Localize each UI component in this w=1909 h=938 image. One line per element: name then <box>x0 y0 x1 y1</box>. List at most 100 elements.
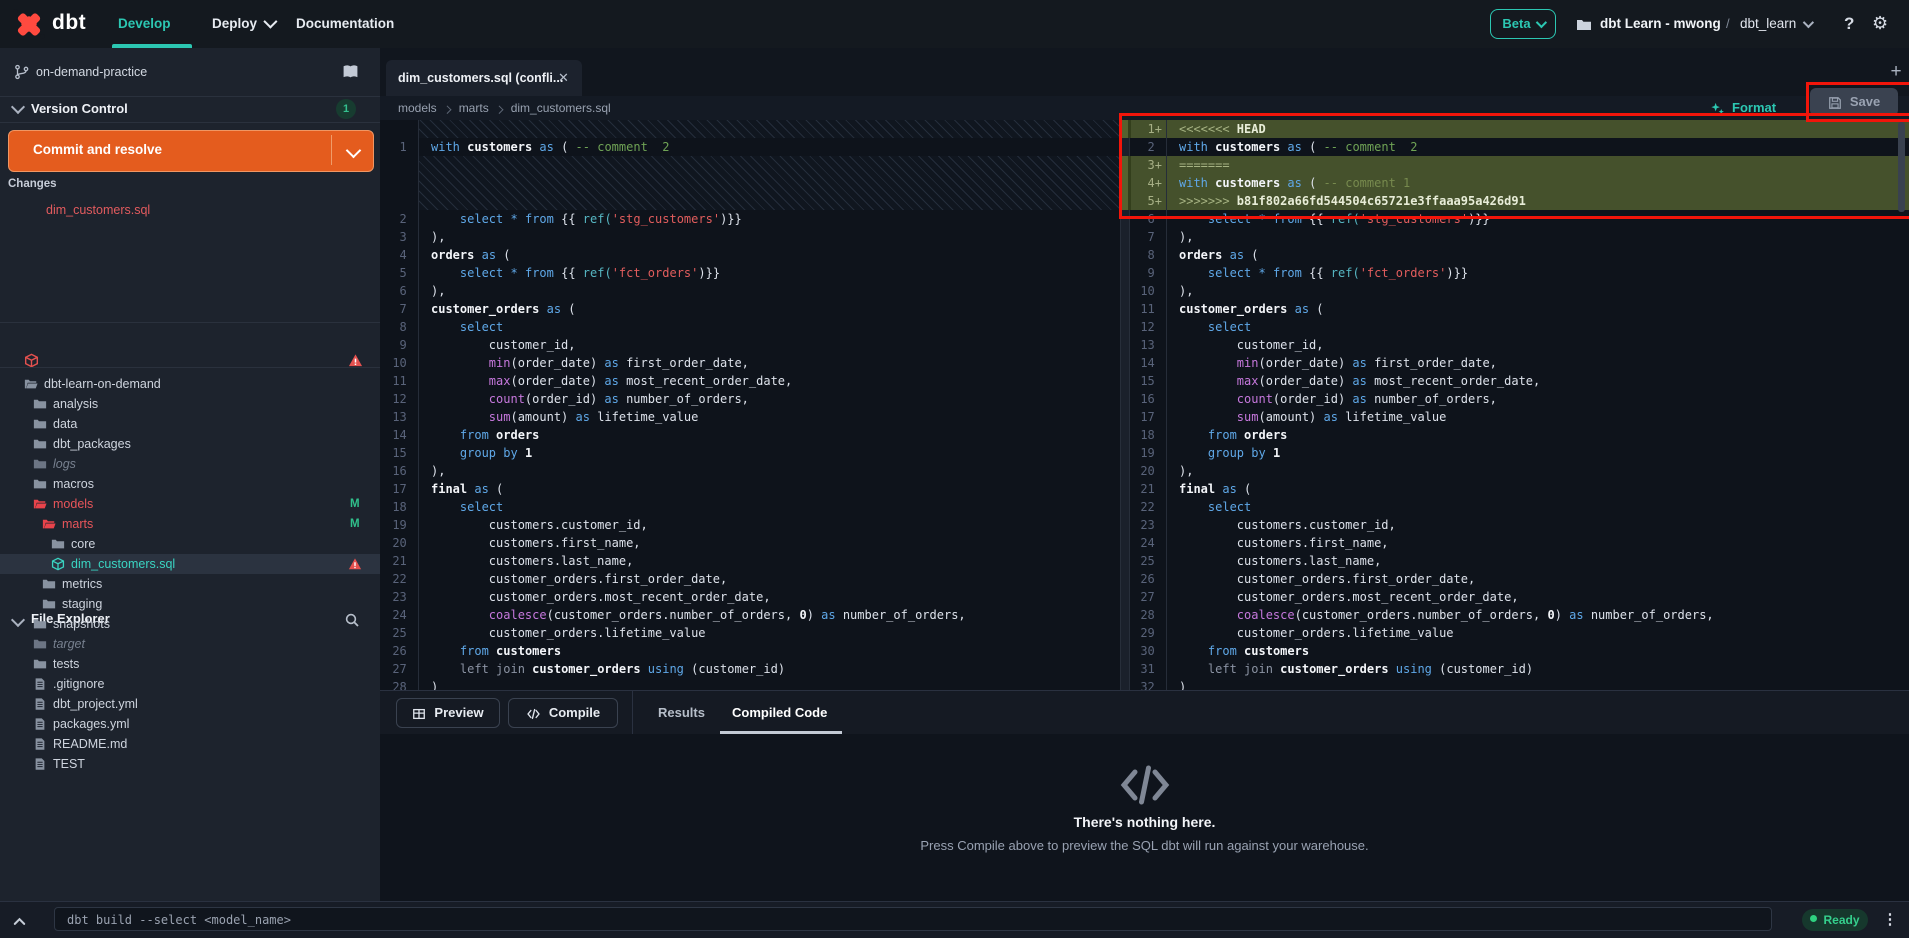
tab-results[interactable]: Results <box>658 691 705 734</box>
changes-count-badge: 1 <box>336 99 356 119</box>
code-line: 32 ) <box>1128 678 1909 690</box>
code-spacer <box>380 120 1120 138</box>
path-separator: / <box>1726 0 1730 48</box>
beta-dropdown[interactable]: Beta <box>1490 9 1556 39</box>
code-line: 3+======= <box>1128 156 1909 174</box>
nav-tab-develop[interactable]: Develop <box>118 0 171 48</box>
version-control-header[interactable]: Version Control <box>31 96 128 122</box>
folder-icon <box>33 437 47 451</box>
editor-pane-current[interactable]: 1 with customers as ( -- comment 22 sele… <box>380 120 1120 690</box>
editor-tab-dim-customers[interactable]: dim_customers.sql (confli... ✕ <box>386 60 582 96</box>
code-line: 2 select * from {{ ref('stg_customers')}… <box>380 210 1120 228</box>
environment-switcher[interactable]: dbt_learn <box>1740 0 1811 48</box>
file-tree-item[interactable]: packages.yml <box>0 714 380 734</box>
folder-open-icon <box>42 517 56 531</box>
file-tree-label: snapshots <box>53 614 110 634</box>
folder-icon <box>33 397 47 411</box>
file-tree-item[interactable]: dbt-learn-on-demand <box>0 374 380 394</box>
code-line: 5 select * from {{ ref('fct_orders')}} <box>380 264 1120 282</box>
file-tree-item[interactable]: macros <box>0 474 380 494</box>
code-line: 25 customers.last_name, <box>1128 552 1909 570</box>
format-button[interactable]: Format <box>1710 96 1776 120</box>
file-tree-item[interactable]: metrics <box>0 574 380 594</box>
file-tree-item[interactable]: core <box>0 534 380 554</box>
compile-button[interactable]: Compile <box>508 698 618 728</box>
project-name[interactable]: dbt Learn - mwong <box>1600 0 1721 48</box>
file-tree-item[interactable]: analysis <box>0 394 380 414</box>
floppy-icon <box>1828 94 1850 109</box>
modified-badge: M <box>350 494 360 514</box>
code-line: 18 from orders <box>1128 426 1909 444</box>
code-icon <box>526 705 541 720</box>
file-tree-item[interactable]: martsM <box>0 514 380 534</box>
git-branch-row[interactable]: on-demand-practice <box>0 48 380 97</box>
code-line: 17 final as ( <box>380 480 1120 498</box>
file-tree-item[interactable]: README.md <box>0 734 380 754</box>
file-tree-item[interactable]: staging <box>0 594 380 614</box>
conflict-warning-icon <box>348 557 362 571</box>
divider <box>0 122 380 123</box>
file-tree-item[interactable]: data <box>0 414 380 434</box>
file-explorer-header[interactable]: File Explorer <box>0 322 380 368</box>
editor-pane-merged[interactable]: 1+<<<<<<< HEAD2 with customers as ( -- c… <box>1128 120 1909 690</box>
top-navbar: dbt Develop Deploy Documentation Beta db… <box>0 0 1909 48</box>
file-tree-item[interactable]: modelsM <box>0 494 380 514</box>
file-tree-item[interactable]: dbt_packages <box>0 434 380 454</box>
folder-icon <box>33 637 47 651</box>
file-tree-item[interactable]: TEST <box>0 754 380 774</box>
code-line: 21 final as ( <box>1128 480 1909 498</box>
tab-compiled-code[interactable]: Compiled Code <box>732 691 827 734</box>
folder-icon <box>51 537 65 551</box>
file-tree-item[interactable]: dbt_project.yml <box>0 694 380 714</box>
scrollbar-thumb[interactable] <box>1898 122 1905 212</box>
sidebar: on-demand-practice Version Control 1 Com… <box>0 48 381 901</box>
docs-book-icon[interactable] <box>342 63 359 81</box>
code-line: 9 select * from {{ ref('fct_orders')}} <box>1128 264 1909 282</box>
code-icon <box>1120 764 1170 806</box>
code-line: 4+with customers as ( -- comment 1 <box>1128 174 1909 192</box>
chevron-down-icon[interactable] <box>11 100 25 114</box>
save-button[interactable]: Save <box>1810 88 1898 116</box>
sparkle-icon <box>1710 100 1732 115</box>
folder-open-icon <box>24 377 38 391</box>
help-icon[interactable]: ? <box>1844 0 1854 48</box>
chevron-down-icon[interactable] <box>346 143 362 159</box>
file-tree-label: TEST <box>53 754 85 774</box>
new-tab-button[interactable]: + <box>1884 60 1908 84</box>
project-folder-icon <box>1576 16 1592 34</box>
command-input[interactable]: dbt build --select <model_name> <box>54 907 1772 931</box>
breadcrumb-models[interactable]: models <box>398 101 437 115</box>
gear-icon[interactable]: ⚙ <box>1872 0 1888 48</box>
file-tree-item[interactable]: dim_customers.sql <box>0 554 380 574</box>
file-tree-item[interactable]: target <box>0 634 380 654</box>
preview-button[interactable]: Preview <box>396 698 500 728</box>
code-line: 23 customers.customer_id, <box>1128 516 1909 534</box>
dbt-logo-icon[interactable] <box>14 10 44 38</box>
breadcrumb-marts[interactable]: marts <box>459 101 489 115</box>
file-tree-item[interactable]: .gitignore <box>0 674 380 694</box>
empty-state-title: There's nothing here. <box>380 814 1909 830</box>
file-icon <box>33 697 47 711</box>
commit-and-resolve-button[interactable]: Commit and resolve <box>8 130 374 172</box>
chevron-up-icon[interactable] <box>12 913 27 931</box>
divider <box>632 691 633 734</box>
code-line: 31 left join customer_orders using (cust… <box>1128 660 1909 678</box>
code-line: 5+>>>>>>> b81f802a66fd544504c65721e3ffaa… <box>1128 192 1909 210</box>
nav-tab-documentation[interactable]: Documentation <box>296 0 394 48</box>
file-tree-label: dim_customers.sql <box>71 554 175 574</box>
close-icon[interactable]: ✕ <box>558 60 569 96</box>
file-tree-item[interactable]: logs <box>0 454 380 474</box>
file-tree-item[interactable]: tests <box>0 654 380 674</box>
file-tree-item[interactable]: snapshots <box>0 614 380 634</box>
code-line: 7 customer_orders as ( <box>380 300 1120 318</box>
kebab-menu-icon[interactable]: ⋮ <box>1880 908 1900 932</box>
code-line: 1+<<<<<<< HEAD <box>1128 120 1909 138</box>
breadcrumb-file[interactable]: dim_customers.sql <box>511 101 611 115</box>
results-toolbar: Preview Compile Results Compiled Code <box>380 690 1909 736</box>
code-line: 11 max(order_date) as most_recent_order_… <box>380 372 1120 390</box>
code-line: 22 select <box>1128 498 1909 516</box>
file-tree-label: .gitignore <box>53 674 104 694</box>
nav-tab-deploy[interactable]: Deploy <box>212 0 274 48</box>
changed-file-row[interactable]: dim_customers.sql <box>0 198 380 222</box>
folder-icon <box>33 477 47 491</box>
